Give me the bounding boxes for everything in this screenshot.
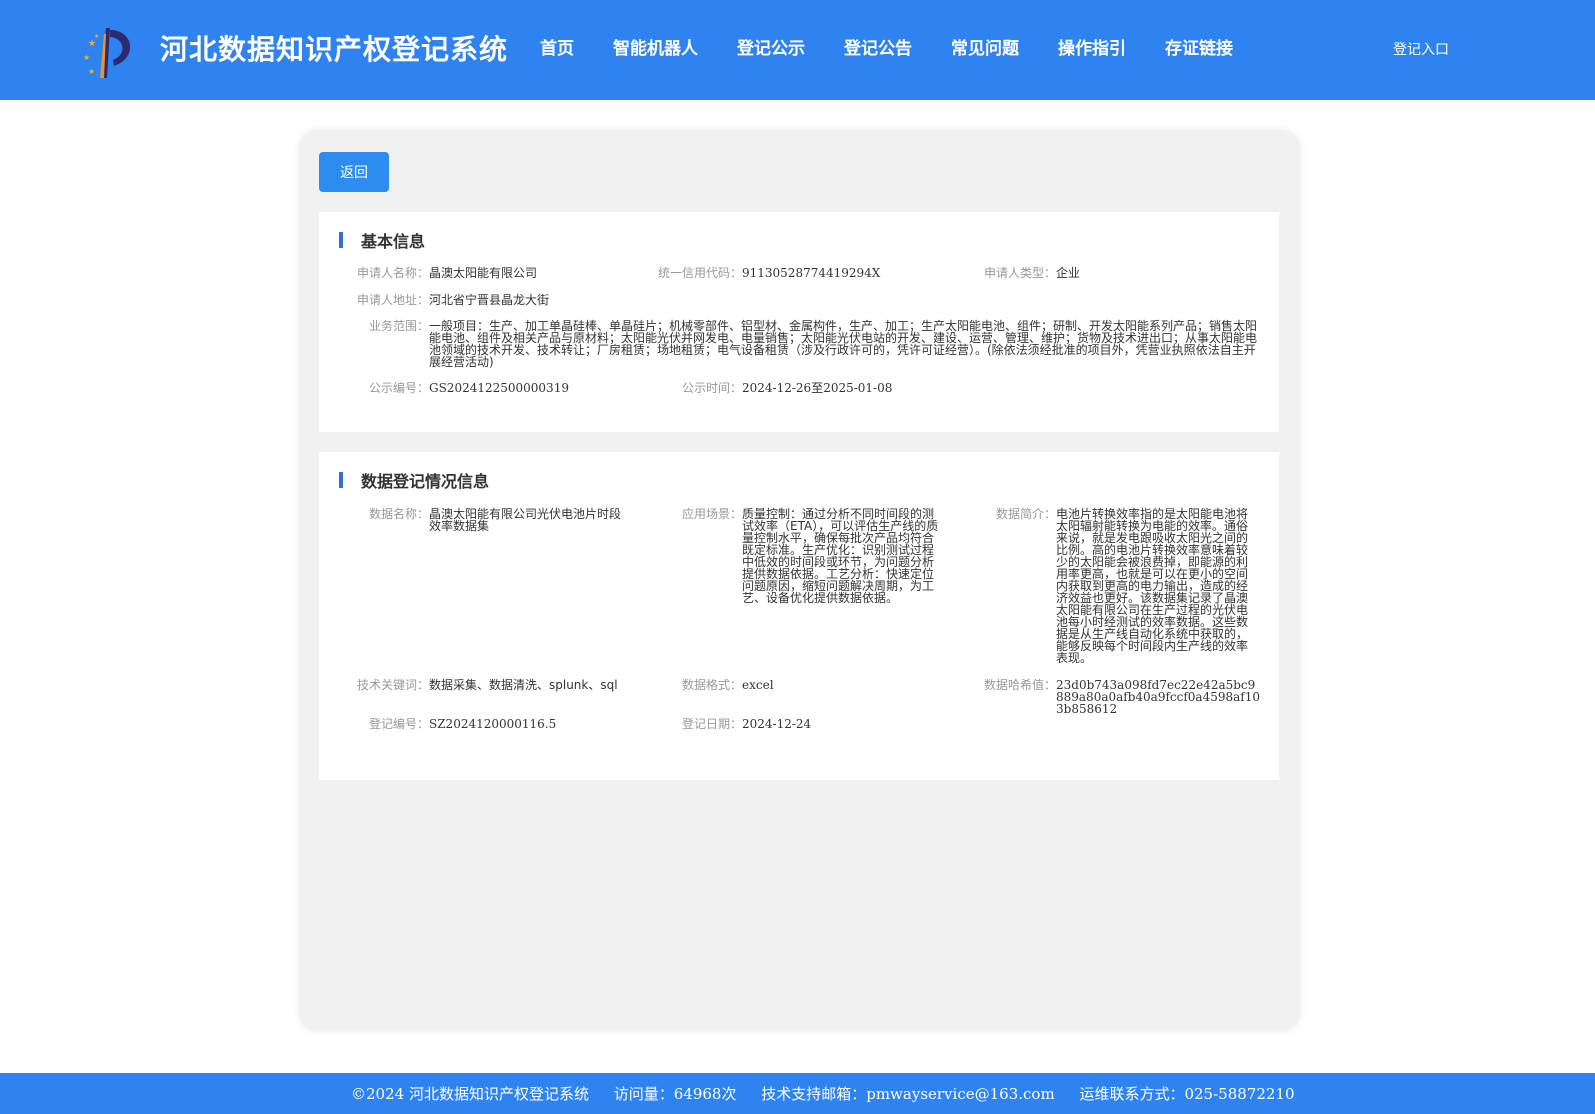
footer-info: ©2024 河北数据知识产权登记系统 访问量：64968次 技术支持邮箱：pmw…: [351, 1083, 1315, 1104]
field-format: 数据格式： excel: [682, 678, 774, 692]
section-marker: [339, 232, 343, 248]
field-credit-code: 统一信用代码： 91130528774419294X: [658, 266, 881, 280]
nav-item-guide[interactable]: 操作指引: [1058, 34, 1126, 59]
label-address: 申请人地址：: [356, 293, 429, 307]
field-scene: 应用场景： 质量控制：通过分析不同时间段的测试效率（ETA），可以评估生产线的质…: [682, 507, 940, 605]
label-format: 数据格式：: [681, 678, 742, 692]
svg-text:★: ★: [88, 67, 95, 76]
field-public-time: 公示时间： 2024-12-26至2025-01-08: [682, 381, 893, 395]
value-applicant-name: 晶澳太阳能有限公司: [429, 266, 538, 280]
section-title-basic: 基本信息: [361, 232, 426, 251]
label-applicant-name: 申请人名称：: [356, 266, 429, 280]
nav-item-announcement[interactable]: 登记公告: [844, 34, 912, 59]
field-reg-date: 登记日期： 2024-12-24: [682, 717, 812, 731]
field-keywords: 技术关键词： 数据采集、数据清洗、splunk、sql: [357, 678, 618, 692]
field-address: 申请人地址： 河北省宁晋县晶龙大街: [357, 293, 550, 307]
label-reg-date: 登记日期：: [681, 717, 742, 731]
label-reg-no: 登记编号：: [368, 717, 429, 731]
field-intro: 数据简介： 电池片转换效率指的是太阳能电池将太阳辐射能转换为电能的效率。通俗来说…: [996, 507, 1256, 665]
value-reg-date: 2024-12-24: [742, 717, 812, 731]
label-hash: 数据哈希值：: [983, 678, 1056, 692]
footer: ©2024 河北数据知识产权登记系统 访问量：64968次 技术支持邮箱：pmw…: [0, 1073, 1595, 1114]
svg-text:★: ★: [94, 33, 99, 40]
label-scene: 应用场景：: [681, 507, 742, 521]
value-keywords: 数据采集、数据清洗、splunk、sql: [429, 678, 618, 692]
field-hash: 数据哈希值： 23d0b743a098fd7ec22e42a5bc9889a80…: [984, 678, 1260, 716]
value-data-name: 晶澳太阳能有限公司光伏电池片时段效率数据集: [429, 507, 622, 533]
value-address: 河北省宁晋县晶龙大街: [429, 293, 550, 307]
value-hash: 23d0b743a098fd7ec22e42a5bc9889a80a0afb40…: [1056, 678, 1260, 716]
footer-email: 技术支持邮箱：pmwayservice@163.com: [761, 1085, 1055, 1103]
label-credit-code: 统一信用代码：: [657, 266, 742, 280]
basic-info-card: 基本信息 申请人名称： 晶澳太阳能有限公司 统一信用代码： 9113052877…: [319, 212, 1279, 432]
value-credit-code: 91130528774419294X: [742, 266, 881, 280]
nav-item-faq[interactable]: 常见问题: [951, 34, 1019, 59]
section-marker: [339, 472, 343, 488]
field-applicant-type: 申请人类型： 企业: [984, 266, 1081, 280]
nav-item-robot[interactable]: 智能机器人: [613, 34, 698, 59]
label-public-no: 公示编号：: [368, 381, 429, 395]
field-public-no: 公示编号： GS2024122500000319: [369, 381, 569, 395]
value-public-no: GS2024122500000319: [429, 381, 569, 395]
value-business-scope: 一般项目：生产、加工单晶硅棒、单晶硅片；机械零部件、铝型材、金属构件，生产、加工…: [429, 319, 1258, 369]
data-registration-card: 数据登记情况信息 数据名称： 晶澳太阳能有限公司光伏电池片时段效率数据集 应用场…: [319, 452, 1279, 780]
field-business-scope: 业务范围： 一般项目：生产、加工单晶硅棒、单晶硅片；机械零部件、铝型材、金属构件…: [369, 319, 1258, 369]
footer-phone: 运维联系方式：025-58872210: [1079, 1085, 1295, 1103]
label-intro: 数据简介：: [995, 507, 1056, 521]
site-title: 河北数据知识产权登记系统: [160, 33, 509, 66]
back-button[interactable]: 返回: [319, 152, 389, 192]
footer-visits: 访问量：64968次: [613, 1085, 737, 1103]
footer-copyright: ©2024 河北数据知识产权登记系统: [351, 1085, 589, 1103]
login-link[interactable]: 登记入口: [1393, 39, 1449, 59]
label-data-name: 数据名称：: [368, 507, 429, 521]
logo-icon: ★ ★ ★ ★: [83, 28, 131, 78]
section-title-data: 数据登记情况信息: [361, 472, 490, 491]
value-public-time: 2024-12-26至2025-01-08: [742, 381, 893, 395]
top-header: ★ ★ ★ ★ 河北数据知识产权登记系统 首页 智能机器人 登记公示 登记公告 …: [0, 0, 1595, 100]
nav-item-home[interactable]: 首页: [540, 34, 574, 59]
value-intro: 电池片转换效率指的是太阳能电池将太阳辐射能转换为电能的效率。通俗来说，就是发电跟…: [1056, 507, 1249, 665]
main-nav: 首页 智能机器人 登记公示 登记公告 常见问题 操作指引 存证链接: [540, 34, 1272, 59]
detail-container: 返回 基本信息 申请人名称： 晶澳太阳能有限公司 统一信用代码： 9113052…: [299, 130, 1300, 1031]
svg-text:★: ★: [83, 53, 90, 62]
nav-item-publicity[interactable]: 登记公示: [737, 34, 805, 59]
value-reg-no: SZ2024120000116.5: [429, 717, 557, 731]
field-data-name: 数据名称： 晶澳太阳能有限公司光伏电池片时段效率数据集: [369, 507, 629, 533]
svg-text:★: ★: [88, 39, 96, 49]
nav-item-evidence-link[interactable]: 存证链接: [1165, 34, 1233, 59]
field-applicant-name: 申请人名称： 晶澳太阳能有限公司: [357, 266, 538, 280]
value-format: excel: [742, 678, 774, 692]
label-applicant-type: 申请人类型：: [983, 266, 1056, 280]
label-public-time: 公示时间：: [681, 381, 742, 395]
label-business-scope: 业务范围：: [368, 319, 429, 333]
value-scene: 质量控制：通过分析不同时间段的测试效率（ETA），可以评估生产线的质量控制水平，…: [742, 507, 939, 605]
value-applicant-type: 企业: [1056, 266, 1081, 280]
label-keywords: 技术关键词：: [356, 678, 429, 692]
field-reg-no: 登记编号： SZ2024120000116.5: [369, 717, 557, 731]
